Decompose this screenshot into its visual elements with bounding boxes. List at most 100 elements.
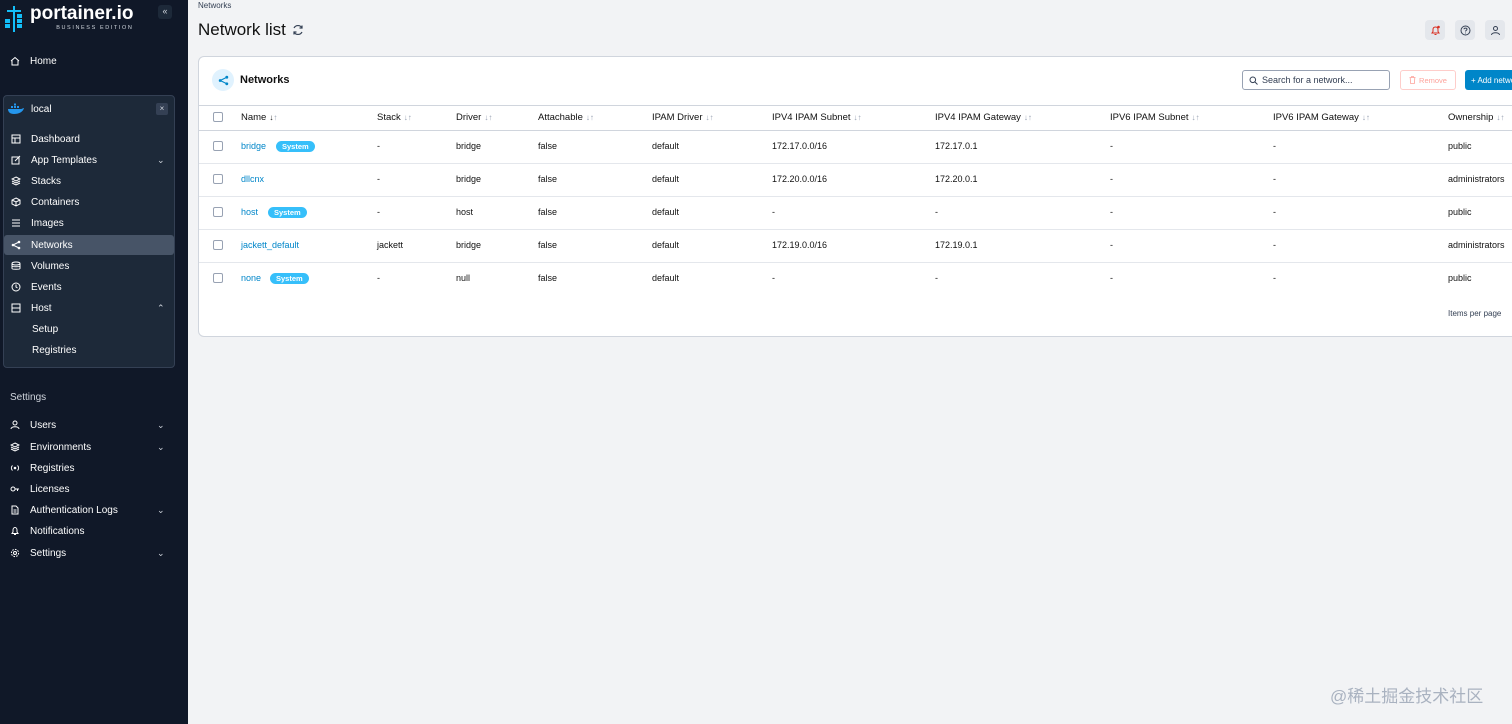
select-all-checkbox[interactable]	[213, 112, 223, 122]
sidebar-item-settings[interactable]: Settings ⌄	[10, 543, 167, 563]
user-icon	[10, 420, 20, 430]
cell-ipv6-subnet: -	[1110, 141, 1113, 151]
sort-icon: ↓↑	[705, 113, 714, 122]
cell-ownership: administrators	[1448, 240, 1505, 250]
search-input[interactable]	[1262, 75, 1387, 85]
sidebar-item-containers[interactable]: Containers	[11, 192, 79, 212]
remove-label: Remove	[1419, 75, 1447, 85]
chevron-down-icon: ⌄	[157, 547, 165, 558]
user-menu-button[interactable]	[1485, 20, 1505, 40]
help-icon	[1460, 25, 1470, 35]
sidebar-item-app-templates[interactable]: App Templates ⌄	[11, 150, 167, 170]
sidebar-item-host[interactable]: Host ⌃	[11, 298, 167, 318]
row-checkbox[interactable]	[213, 240, 223, 250]
cell-stack: -	[377, 141, 380, 151]
help-button[interactable]	[1455, 20, 1475, 40]
cell-ipv4-subnet: -	[772, 273, 775, 283]
cell-driver: bridge	[456, 141, 482, 151]
sidebar-item-images[interactable]: Images	[11, 213, 64, 233]
cell-ipam-driver: default	[652, 240, 680, 250]
collapse-sidebar-button[interactable]: «	[158, 5, 172, 19]
sort-icon: ↑	[273, 113, 278, 122]
cell-attachable: false	[538, 273, 558, 283]
column-header-stack[interactable]: Stack ↓↑	[377, 112, 412, 123]
sidebar-item-home[interactable]: Home	[10, 51, 57, 71]
cell-driver: null	[456, 273, 471, 283]
sidebar-item-notifications[interactable]: Notifications	[10, 521, 84, 541]
page-title: Network list	[198, 20, 304, 40]
bell-icon	[11, 526, 19, 535]
close-environment-button[interactable]: ×	[156, 103, 168, 115]
column-header-ipv4-subnet[interactable]: IPV4 IPAM Subnet ↓↑	[772, 112, 862, 123]
edit-icon	[11, 155, 21, 165]
row-divider	[199, 196, 1512, 197]
bell-alert-icon	[1430, 25, 1440, 35]
radio-icon	[10, 465, 20, 471]
clock-icon	[11, 282, 21, 292]
column-header-ipv6-subnet[interactable]: IPV6 IPAM Subnet ↓↑	[1110, 112, 1200, 123]
sidebar-item-authentication-logs[interactable]: Authentication Logs ⌄	[10, 500, 167, 520]
column-header-name[interactable]: Name ↓↑	[241, 112, 277, 123]
cell-ipv4-gateway: -	[935, 207, 938, 217]
sidebar-item-environments[interactable]: Environments ⌄	[10, 437, 167, 457]
share-icon	[218, 75, 228, 85]
cell-attachable: false	[538, 207, 558, 217]
cell-ipv6-subnet: -	[1110, 273, 1113, 283]
sidebar-item-registries[interactable]: Registries	[10, 458, 74, 478]
row-checkbox[interactable]	[213, 273, 223, 283]
cell-ipv6-gateway: -	[1273, 207, 1276, 217]
network-name-link[interactable]: none	[241, 273, 261, 283]
row-divider	[199, 163, 1512, 164]
chevron-down-icon: ⌄	[157, 504, 165, 515]
sidebar-item-events[interactable]: Events	[11, 277, 62, 297]
cell-ipv4-gateway: -	[935, 273, 938, 283]
column-header-driver[interactable]: Driver ↓↑	[456, 112, 492, 123]
column-header-ownership[interactable]: Ownership ↓↑	[1448, 112, 1504, 123]
column-header-attachable[interactable]: Attachable ↓↑	[538, 112, 594, 123]
cell-ownership: public	[1448, 273, 1472, 283]
remove-button[interactable]: Remove	[1400, 70, 1456, 90]
cell-ipv6-subnet: -	[1110, 207, 1113, 217]
network-name-link[interactable]: dllcnx	[241, 174, 264, 184]
search-icon	[1249, 76, 1258, 85]
docker-icon	[8, 103, 24, 114]
system-badge: System	[268, 207, 307, 218]
key-icon	[10, 486, 19, 492]
network-name-link[interactable]: bridge	[241, 141, 266, 151]
row-checkbox[interactable]	[213, 174, 223, 184]
refresh-icon[interactable]	[292, 24, 304, 36]
sidebar-item-networks[interactable]: Networks	[11, 235, 73, 255]
cell-ipv4-subnet: 172.20.0.0/16	[772, 174, 828, 184]
trash-icon	[1409, 76, 1416, 84]
sidebar-item-users[interactable]: Users ⌄	[10, 415, 167, 435]
sidebar-item-label: Volumes	[31, 260, 70, 272]
cell-attachable: false	[538, 141, 558, 151]
row-checkbox[interactable]	[213, 207, 223, 217]
column-header-ipam-driver[interactable]: IPAM Driver ↓↑	[652, 112, 714, 123]
cell-ownership: administrators	[1448, 174, 1505, 184]
chevron-down-icon: ⌄	[157, 419, 165, 430]
column-header-ipv6-gateway[interactable]: IPV6 IPAM Gateway ↓↑	[1273, 112, 1370, 123]
dashboard-icon	[11, 134, 21, 144]
column-header-ipv4-gateway[interactable]: IPV4 IPAM Gateway ↓↑	[935, 112, 1032, 123]
sidebar-item-label: Licenses	[30, 483, 70, 495]
sidebar-item-dashboard[interactable]: Dashboard	[11, 129, 80, 149]
sidebar-item-stacks[interactable]: Stacks	[11, 171, 61, 191]
sort-icon: ↓↑	[1496, 113, 1505, 122]
row-checkbox[interactable]	[213, 141, 223, 151]
sidebar-item-volumes[interactable]: Volumes	[11, 256, 69, 276]
settings-section-label: Settings	[10, 392, 47, 403]
breadcrumb: Networks	[198, 1, 232, 10]
sidebar-item-host-registries[interactable]: Registries	[32, 340, 76, 360]
network-name-link[interactable]: host	[241, 207, 258, 217]
sidebar-item-label: Notifications	[30, 525, 85, 537]
network-name-link[interactable]: jackett_default	[241, 240, 299, 250]
portainer-logo[interactable]: portainer.io BUSINESS EDITION	[3, 4, 133, 36]
sort-icon: ↓↑	[853, 113, 862, 122]
sidebar-item-licenses[interactable]: Licenses	[10, 479, 69, 499]
sidebar-item-setup[interactable]: Setup	[32, 319, 58, 339]
notifications-button[interactable]	[1425, 20, 1445, 40]
sidebar-item-label: Registries	[30, 462, 75, 474]
list-icon	[12, 219, 20, 227]
add-network-button[interactable]: + Add network	[1465, 70, 1512, 90]
